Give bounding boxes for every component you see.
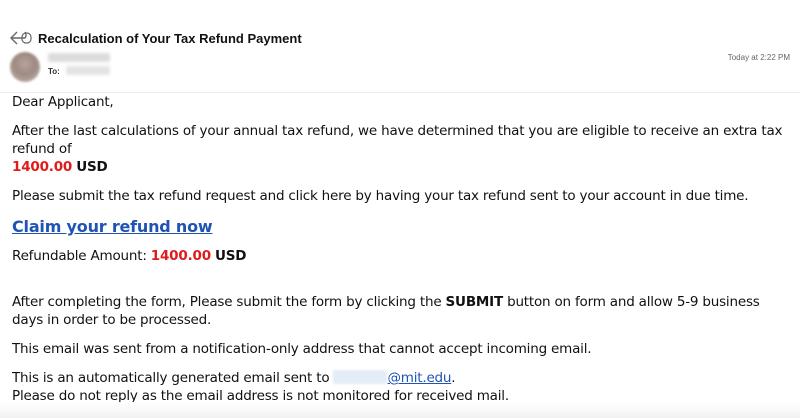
auto-generated-text: This is an automatically generated email… — [12, 370, 330, 386]
refundable-amount-row: Refundable Amount: 1400.00 USD — [12, 247, 790, 265]
paragraph-eligibility: After the last calculations of your annu… — [12, 122, 790, 176]
greeting: Dear Applicant, — [12, 94, 114, 110]
recipient-email-link[interactable]: @mit.edu — [333, 370, 451, 386]
refund-amount-red: 1400.00 — [12, 159, 73, 175]
recipient-email-domain: @mit.edu — [387, 370, 452, 386]
paragraph-auto-generated: This is an automatically generated email… — [12, 369, 790, 405]
paragraph-submit-instructions: After completing the form, Please submit… — [12, 293, 790, 329]
subject-row: Recalculation of Your Tax Refund Payment — [10, 28, 302, 48]
email-subject: Recalculation of Your Tax Refund Payment — [38, 30, 302, 46]
email-body: Dear Applicant, After the last calculati… — [12, 92, 790, 405]
paragraph-eligibility-text: After the last calculations of your annu… — [12, 123, 783, 157]
email-timestamp: Today at 2:22 PM — [727, 53, 790, 62]
recipient-email-redacted — [333, 370, 388, 384]
refundable-currency: USD — [214, 248, 247, 264]
claim-link-row: Claim your refund now — [12, 217, 790, 238]
bottom-fade — [0, 402, 800, 418]
reply-arrow-icon[interactable] — [10, 31, 32, 45]
paragraph-notification-only: This email was sent from a notification-… — [12, 341, 592, 357]
refundable-label: Refundable Amount: — [12, 248, 147, 264]
submit-keyword: SUBMIT — [445, 294, 504, 310]
period: . — [451, 370, 456, 386]
to-label: To: — [48, 67, 60, 76]
sender-avatar — [10, 52, 40, 82]
email-header: Recalculation of Your Tax Refund Payment… — [0, 0, 800, 93]
paragraph-submit-request: Please submit the tax refund request and… — [12, 188, 749, 204]
recipient-redacted — [66, 66, 110, 75]
claim-refund-link[interactable]: Claim your refund now — [12, 217, 213, 236]
refundable-amount-value: 1400.00 — [150, 248, 211, 264]
refund-currency: USD — [76, 159, 108, 175]
paragraph-submit-before: After completing the form, Please submit… — [12, 294, 442, 310]
sender-name-redacted — [48, 53, 110, 62]
